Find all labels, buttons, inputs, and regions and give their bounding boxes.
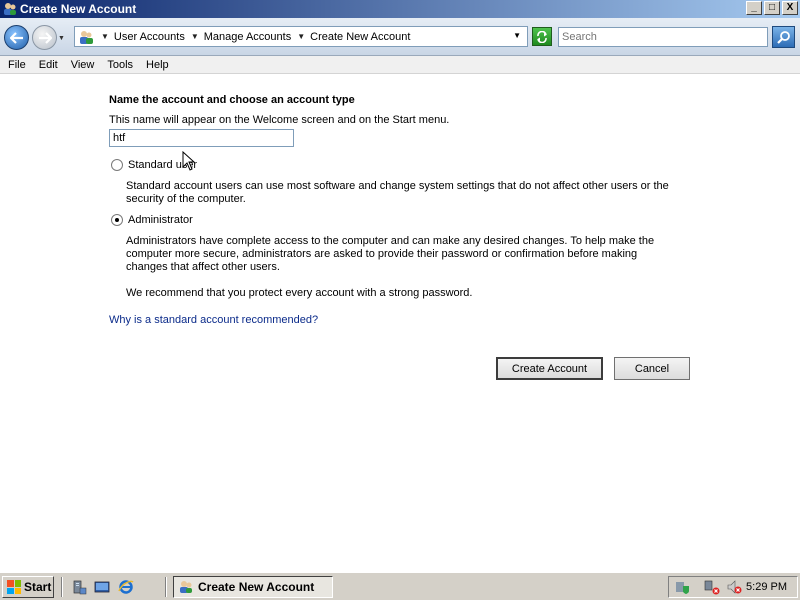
cancel-button[interactable]: Cancel — [614, 357, 690, 380]
search-input[interactable] — [558, 27, 768, 47]
account-name-input[interactable] — [109, 129, 294, 147]
forward-button[interactable] — [32, 25, 57, 50]
search-button[interactable] — [772, 26, 795, 48]
name-hint: This name will appear on the Welcome scr… — [109, 114, 450, 126]
address-toolbar: ▼ ▼ User Accounts ▼ Manage Accounts ▼ Cr… — [0, 18, 800, 56]
administrator-label[interactable]: Administrator — [128, 214, 193, 226]
security-shield-icon[interactable] — [673, 578, 691, 596]
mouse-cursor-icon — [182, 151, 196, 171]
window-title: Create New Account — [20, 2, 137, 16]
breadcrumb-manage-accounts[interactable]: Manage Accounts — [204, 31, 291, 43]
user-accounts-icon — [178, 579, 194, 595]
chevron-down-icon[interactable]: ▼ — [297, 32, 305, 41]
refresh-icon — [537, 30, 547, 43]
address-field[interactable]: ▼ User Accounts ▼ Manage Accounts ▼ Crea… — [74, 26, 528, 47]
taskbar-window-button[interactable]: Create New Account — [173, 576, 333, 598]
refresh-button[interactable] — [532, 27, 552, 46]
taskbar-window-label: Create New Account — [198, 580, 315, 594]
show-desktop-icon[interactable] — [93, 578, 111, 596]
arrow-right-icon — [38, 31, 52, 44]
server-manager-icon[interactable] — [70, 578, 88, 596]
search-icon — [776, 31, 790, 44]
recent-pages-dropdown[interactable]: ▼ — [58, 35, 65, 42]
arrow-left-icon — [9, 31, 23, 44]
back-button[interactable] — [4, 25, 29, 50]
start-label: Start — [24, 580, 52, 594]
menu-bar: File Edit View Tools Help — [0, 56, 800, 74]
internet-explorer-icon[interactable] — [117, 578, 135, 596]
standard-user-description: Standard account users can use most soft… — [126, 180, 669, 205]
breadcrumb-create-new-account[interactable]: Create New Account — [310, 31, 410, 43]
minimize-button[interactable]: _ — [746, 1, 762, 15]
administrator-option[interactable]: Administrator — [111, 214, 193, 226]
standard-account-help-link[interactable]: Why is a standard account recommended? — [109, 314, 318, 326]
menu-help[interactable]: Help — [139, 59, 175, 71]
menu-tools[interactable]: Tools — [100, 59, 139, 71]
taskbar-separator — [61, 577, 63, 597]
breadcrumb-user-accounts[interactable]: User Accounts — [114, 31, 185, 43]
password-recommendation: We recommend that you protect every acco… — [126, 287, 473, 299]
administrator-radio[interactable] — [111, 214, 123, 226]
content-pane: Name the account and choose an account t… — [0, 75, 800, 572]
close-button[interactable]: X — [782, 1, 798, 15]
standard-user-radio[interactable] — [111, 159, 123, 171]
control-panel-icon — [77, 28, 95, 46]
user-accounts-icon — [2, 1, 18, 17]
menu-edit[interactable]: Edit — [32, 59, 64, 71]
administrator-description: Administrators have complete access to t… — [126, 235, 655, 273]
create-account-button[interactable]: Create Account — [496, 357, 603, 380]
page-heading: Name the account and choose an account t… — [109, 94, 355, 106]
maximize-button[interactable]: □ — [764, 1, 780, 15]
taskbar: Start Create New Account 5:29 PM — [0, 572, 800, 600]
chevron-down-icon[interactable]: ▼ — [191, 32, 199, 41]
system-tray: 5:29 PM — [668, 576, 798, 598]
address-dropdown-icon[interactable]: ▼ — [513, 31, 521, 40]
menu-file[interactable]: File — [0, 59, 32, 71]
clock[interactable]: 5:29 PM — [746, 581, 787, 593]
network-disconnected-icon[interactable] — [703, 578, 721, 596]
menu-view[interactable]: View — [64, 59, 101, 71]
taskbar-separator — [165, 577, 167, 597]
volume-muted-icon[interactable] — [725, 578, 743, 596]
chevron-down-icon[interactable]: ▼ — [101, 32, 109, 41]
windows-logo-icon — [7, 580, 21, 594]
start-button[interactable]: Start — [2, 576, 54, 598]
title-bar: Create New Account _ □ X — [0, 0, 800, 18]
